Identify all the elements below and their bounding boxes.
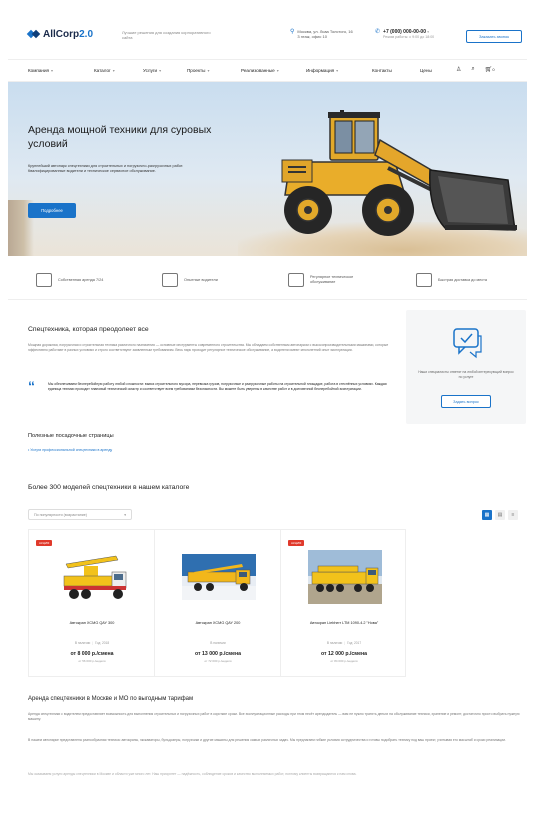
useful-pages-title: Полезные посадочные страницы [28, 433, 114, 439]
nav-item-company[interactable]: Компания ▾ [28, 68, 53, 73]
crane-truck-image [56, 550, 130, 604]
rent-paragraph-1: Аренда спецтехники с водителем предостав… [28, 712, 520, 721]
chevron-down-icon: ▾ [276, 68, 279, 73]
nav-item-prices[interactable]: Цены [420, 68, 432, 73]
hero-text: Крупнейший автопарк спецтехники для стро… [28, 164, 184, 174]
sort-select-value: По популярности (возрастание) [34, 513, 87, 517]
nav-item-services[interactable]: Услуги ▾ [143, 68, 161, 73]
crane-truck-image [308, 550, 382, 604]
phone-sub: Режим работы: с 9:00 до 18:00 [383, 35, 435, 39]
chat-check-icon [453, 328, 482, 359]
product-price: от 13 000 р./смена [194, 651, 241, 657]
nav-item-info[interactable]: Информация ▾ [306, 68, 338, 73]
feature-item: Опытные водители [162, 273, 218, 287]
building-icon [288, 273, 304, 287]
feature-item: Собственная аренда 7/24 [36, 273, 103, 287]
phone-icon: ✆ [375, 29, 381, 35]
features-bar: Собственная аренда 7/24 Опытные водители… [8, 256, 527, 300]
nav-icons: ♙ ⌕ 🛒︎0 [456, 66, 495, 73]
truck-icon [416, 273, 432, 287]
wheel-loader-image [281, 110, 517, 236]
sale-badge: АКЦИЯ [288, 540, 305, 546]
header: AllCorp2.0 Лучшие решения для создания к… [8, 8, 527, 60]
question-card: Наши специалисты ответят на любой интере… [406, 310, 526, 424]
feature-item: Быстрая доставка до места [416, 273, 487, 287]
product-name[interactable]: Автокран XCMG QAY 200 [165, 621, 271, 626]
product-price-sub: от 56 000 р./неделя [78, 659, 106, 663]
feature-text: Собственная аренда 7/24 [58, 277, 104, 282]
logo[interactable]: AllCorp2.0 [26, 28, 94, 40]
product-card[interactable]: Автокран XCMG QAY 200 В наличии от 13 00… [155, 530, 281, 676]
catalog-title: Более 300 моделей спецтехники в нашем ка… [28, 484, 190, 491]
logo-mark-icon [26, 28, 41, 40]
list-view-icon[interactable]: ≡ [508, 510, 518, 520]
chevron-down-icon: ▾ [51, 68, 54, 73]
sale-badge: АКЦИЯ [36, 540, 53, 546]
useful-page-link[interactable]: • Услуги профессиональной спецтехники в … [28, 448, 112, 452]
main-nav: Компания ▾ Каталог ▾ Услуги ▾ Проекты ▾ Реал… [8, 60, 527, 82]
chevron-down-icon: ▾ [112, 68, 115, 73]
tile-view-icon[interactable]: ▤ [495, 510, 505, 520]
cart-count: 0 [492, 67, 495, 72]
product-price-sub: от 72 000 р./неделя [204, 659, 232, 663]
quote-icon: “ [28, 378, 35, 394]
search-icon[interactable]: ⌕ [471, 66, 474, 73]
hero-banner: Аренда мощной техники для суровых услови… [8, 82, 527, 256]
feature-text: Регулярное техническое обслуживание [310, 275, 354, 284]
product-meta: В наличии [210, 641, 226, 645]
cart-icon[interactable]: 🛒︎0 [485, 66, 495, 73]
product-card[interactable]: АКЦИЯ Автокран Liebherr LTM 1090-4.2 "Но… [281, 530, 407, 676]
calendar-icon [36, 273, 52, 287]
product-name[interactable]: Автокран XCMG QAY 300 [39, 621, 145, 626]
product-price: от 12 000 р./смена [320, 651, 367, 657]
question-card-text: Наши специалисты ответят на любой интере… [418, 370, 514, 379]
feature-text: Опытные водители [184, 277, 218, 282]
product-price: от 8 000 р./смена [70, 651, 114, 657]
chevron-down-icon: ▾ [124, 513, 126, 517]
product-name[interactable]: Автокран Liebherr LTM 1090-4.2 "Нова" [291, 621, 397, 626]
hero-more-button[interactable]: Подробнее [28, 203, 76, 218]
chevron-down-icon: ▾ [207, 68, 210, 73]
about-text: Мощная дорожная, погрузочная и строитель… [28, 343, 389, 352]
view-switcher: ▦ ▤ ≡ [482, 510, 518, 520]
ask-question-button[interactable]: Задать вопрос [441, 395, 491, 408]
product-grid: АКЦИЯ Автокран XCMG QAY 300 В наличии | Го… [28, 529, 406, 677]
nav-item-contacts[interactable]: Контакты [372, 68, 392, 73]
phone-block[interactable]: ✆ +7 (000) 000-00-00 ▾ Режим работы: с 9… [375, 29, 434, 40]
hero-title: Аренда мощной техники для суровых услови… [28, 124, 212, 150]
feature-text: Быстрая доставка до места [438, 277, 487, 282]
user-icon[interactable]: ♙ [456, 66, 461, 73]
product-meta: В наличии | Год: 2017 [326, 641, 362, 645]
chevron-down-icon[interactable]: ▾ [427, 30, 429, 34]
product-card[interactable]: АКЦИЯ Автокран XCMG QAY 300 В наличии | Го… [29, 530, 155, 676]
quote-text: Мы обеспечиваем бесперебойную работу люб… [48, 382, 387, 391]
callback-button[interactable]: Заказать звонок [466, 30, 522, 43]
nav-item-realized[interactable]: Реализованные ▾ [241, 68, 279, 73]
rent-paragraph-2: В нашем автопарке представлена разнообра… [28, 738, 506, 742]
location-pin-icon: ⚲ [290, 29, 295, 35]
feature-item: Регулярное техническое обслуживание [288, 273, 370, 287]
sort-select[interactable]: По популярности (возрастание) ▾ [28, 509, 132, 520]
about-title: Спецтехника, которая преодолеет все [28, 326, 149, 333]
crane-truck-image [182, 554, 256, 600]
product-meta: В наличии | Год: 2018 [74, 641, 110, 645]
chevron-down-icon: ▾ [336, 68, 339, 73]
product-price-sub: от 84 000 р./неделя [330, 659, 358, 663]
nav-item-projects[interactable]: Проекты ▾ [187, 68, 209, 73]
nav-item-catalog[interactable]: Каталог ▾ [94, 68, 115, 73]
address-line-2: 3 этаж, офис 10 [297, 34, 327, 39]
tagline: Лучшие решения для создания корпоративно… [122, 30, 211, 40]
rent-title: Аренда спецтехники в Москве и МО по выго… [28, 696, 194, 702]
rent-paragraph-3: Мы оказываем услуги аренды спецтехники в… [28, 772, 357, 776]
address: ⚲ Москва, ул. Льва Толстого, 16 3 этаж, … [290, 29, 353, 39]
chevron-down-icon: ▾ [159, 68, 162, 73]
clipboard-icon [162, 273, 178, 287]
grid-view-icon[interactable]: ▦ [482, 510, 492, 520]
logo-text: AllCorp2.0 [43, 28, 94, 40]
page: AllCorp2.0 Лучшие решения для создания к… [8, 8, 527, 816]
